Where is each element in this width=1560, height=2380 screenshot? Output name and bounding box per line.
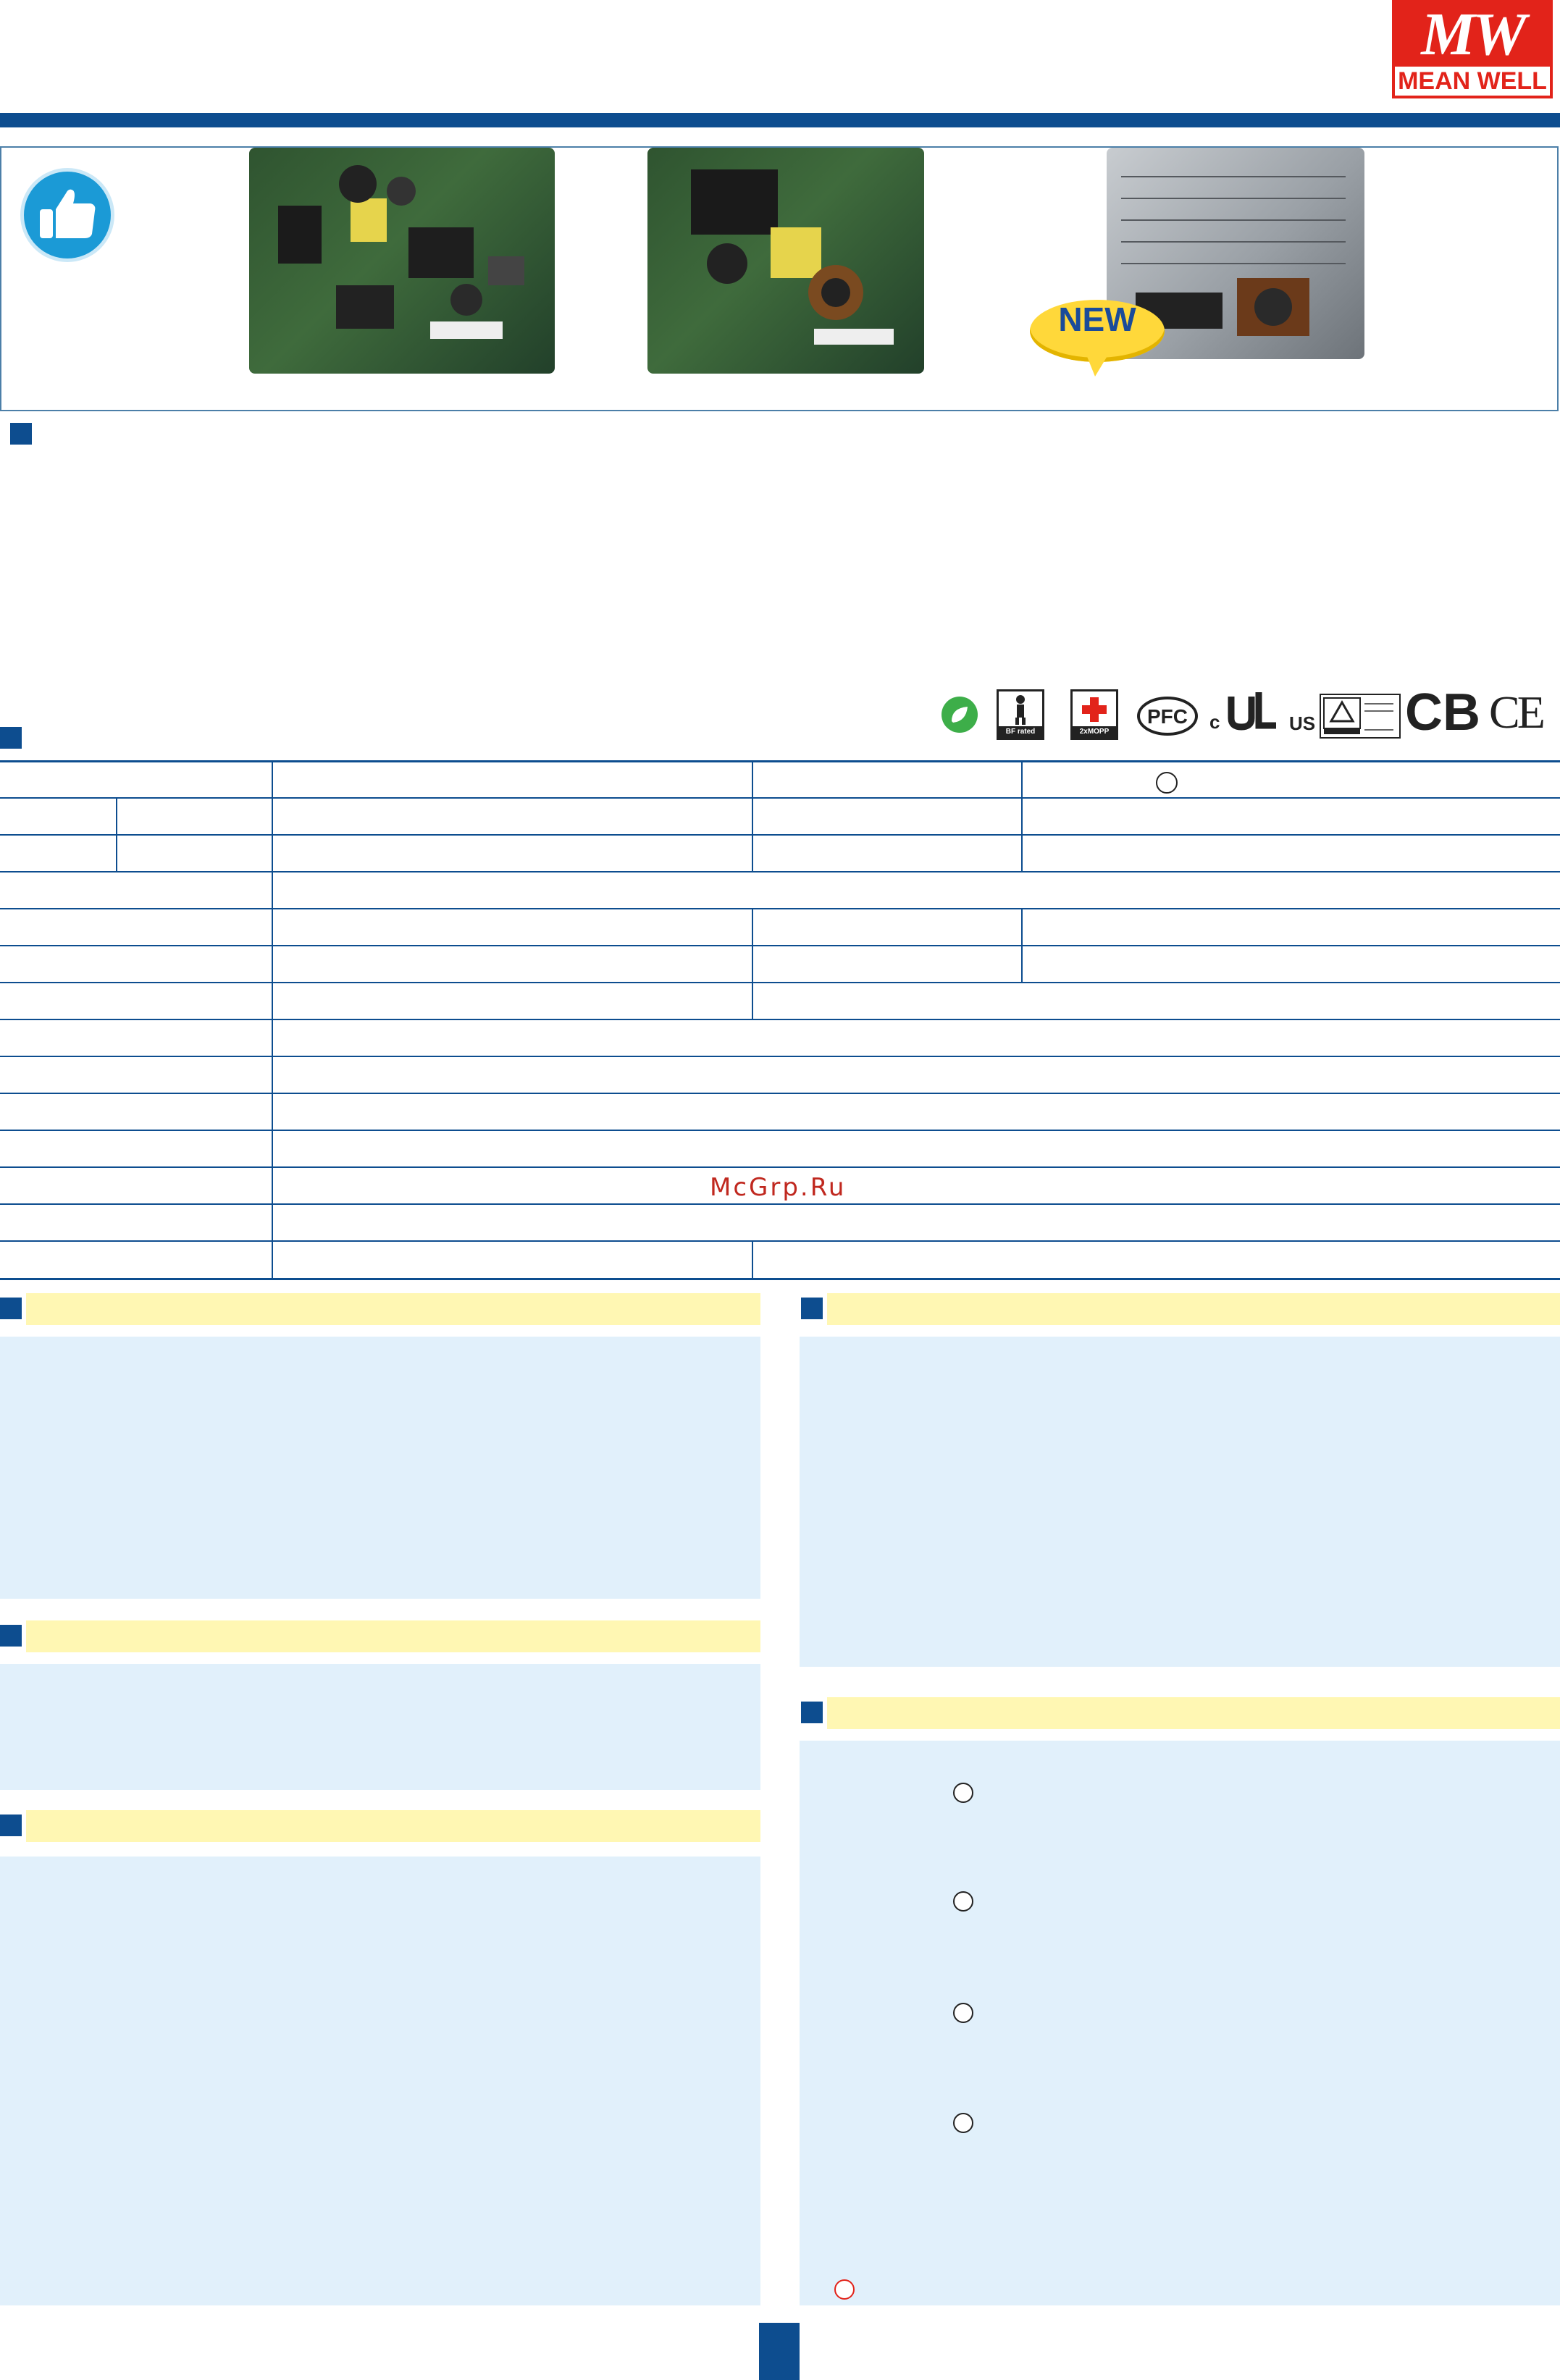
table-row-divider: [0, 871, 1560, 872]
section-header-bar: [827, 1293, 1560, 1325]
logo-text: MEAN WELL: [1398, 67, 1547, 95]
bf-rated-icon: BF rated: [997, 689, 1044, 740]
section-body: [0, 1857, 760, 2305]
section-body: [800, 1337, 1560, 1667]
section-marker: [801, 1702, 823, 1723]
features-section-marker: [10, 423, 32, 445]
table-column-divider: [752, 760, 753, 871]
table-column-divider: [1021, 760, 1023, 871]
ul-recognized-icon: c US: [1209, 692, 1318, 736]
section-header-bar: [827, 1697, 1560, 1729]
list-circle-marker: [953, 1783, 973, 1803]
product-photo-medical-board: [647, 148, 924, 374]
section-header-bar: [26, 1620, 760, 1652]
new-badge-label: NEW: [1058, 300, 1136, 338]
table-column-divider: [752, 1240, 753, 1280]
table-row-divider: [0, 945, 1560, 946]
list-circle-marker: [953, 2113, 973, 2133]
thumbs-up-icon: [20, 168, 114, 262]
note-circle-marker: [834, 2279, 855, 2300]
section-marker: [0, 1625, 22, 1647]
section-marker: [801, 1298, 823, 1319]
table-row-divider: [0, 1056, 1560, 1057]
ce-mark: CE: [1489, 686, 1546, 738]
specification-table: [0, 760, 1560, 1280]
mopp-icon: 2xMOPP: [1070, 689, 1118, 740]
table-column-divider: [1021, 908, 1023, 982]
logo-mark: MW: [1395, 3, 1550, 67]
table-circle-marker: [1156, 772, 1178, 794]
section-body: [0, 1337, 760, 1599]
section-marker: [0, 1298, 22, 1319]
section-body: [800, 1741, 1560, 2305]
bf-rated-label: BF rated: [999, 726, 1042, 738]
table-row-divider: [0, 1130, 1560, 1131]
watermark: McGrp.Ru: [710, 1173, 847, 1202]
specification-section-marker: [0, 727, 22, 749]
page-tab: [759, 2323, 800, 2380]
svg-text:PFC: PFC: [1147, 705, 1188, 728]
table-column-divider: [116, 797, 117, 871]
pfc-icon: PFC: [1137, 697, 1198, 736]
table-row-divider: [0, 908, 1560, 909]
table-column-divider: [752, 908, 753, 1019]
table-row-divider: [0, 797, 1560, 799]
ul-suffix: US: [1289, 712, 1316, 734]
table-row-divider: [0, 1240, 1560, 1242]
section-body: [0, 1664, 760, 1790]
table-row-divider: [0, 834, 1560, 836]
list-circle-marker: [953, 1891, 973, 1912]
green-product-icon: [942, 697, 978, 733]
table-row-divider: [0, 1093, 1560, 1094]
table-row-divider: [0, 1203, 1560, 1205]
table-row-divider: [0, 982, 1560, 983]
table-row-divider: [0, 1166, 1560, 1168]
product-photo-open-frame: [249, 148, 555, 374]
section-marker: [0, 1815, 22, 1836]
section-header-bar: [26, 1293, 760, 1325]
cb-mark: CB: [1405, 684, 1480, 741]
section-header-bar: [26, 1810, 760, 1842]
list-circle-marker: [953, 2003, 973, 2023]
tuv-certificate-icon: [1320, 694, 1401, 739]
table-row-divider: [0, 1019, 1560, 1020]
mopp-label: 2xMOPP: [1073, 726, 1116, 738]
table-column-divider: [272, 760, 273, 1280]
header-bar: [0, 113, 1560, 127]
ul-prefix: c: [1209, 711, 1220, 733]
mean-well-logo: MW MEAN WELL: [1392, 0, 1553, 98]
